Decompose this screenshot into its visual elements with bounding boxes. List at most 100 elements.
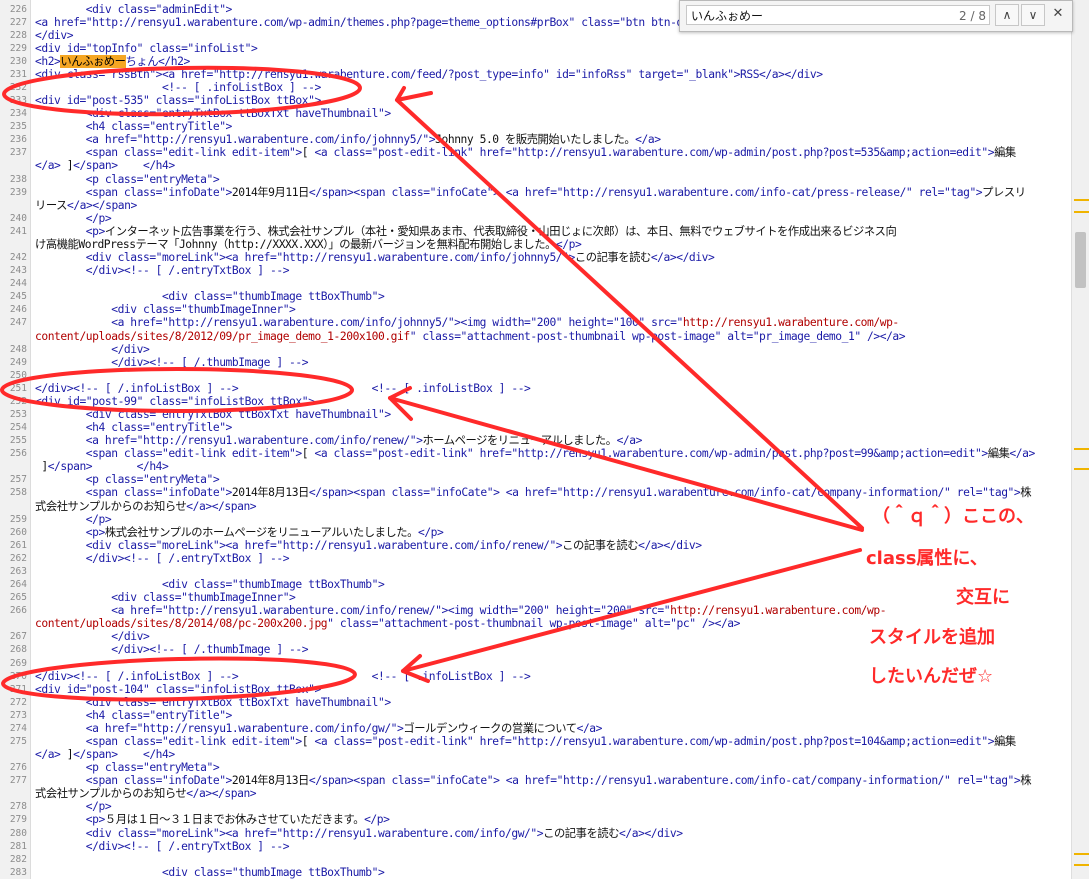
code-segment: </span> </h4> [47,460,169,474]
code-segment: 2014年8月13日 [231,774,309,788]
line-number: 264 [9,579,27,591]
line-code: <a href="http://rensyu1.warabenture.com/… [35,15,779,29]
line-number: 249 [9,356,27,368]
code-segment: http://rensyu1.warabenture.com/wp- [670,604,887,618]
line-code: <p class="entryMeta"> [35,761,220,774]
code-segment: <a href="http://rensyu1.warabenture.com/… [35,15,779,29]
code-segment: </div><!-- [ /.thumbImage ] --> [35,355,309,369]
code-segment: 式会社サンプルからのお知らせ [35,499,187,513]
code-segment: </div><!-- [ /.entryTxtBox ] --> [35,839,290,853]
line-number: 277 [9,775,27,787]
code-segment: </div><!-- [ /.infoListBox ] --> <!-- [ … [35,381,531,395]
find-next-button[interactable]: ∨ [1021,4,1045,26]
code-segment: </span><span class="infoCate"> <a href="… [308,185,983,199]
line-code: <span class="infoDate">2014年8月13日</span>… [35,486,1032,500]
line-number: 251 [9,382,27,394]
code-segment: ５月は１日～３１日までお休みさせていただきます。 [104,813,365,827]
code-segment: け高機能WordPressテーマ「Johnny（http://XXXX.XXX）… [35,237,556,251]
code-segment: <span class="infoDate"> [35,486,233,500]
line-number: 236 [9,134,27,146]
line-number: 269 [9,657,27,669]
line-code: <span class="edit-link edit-item">[ <a c… [35,447,1035,460]
code-segment: </a> [576,721,603,735]
source-viewer[interactable]: 226 <div class="adminEdit"> 227 <a href="h… [0,0,1071,879]
code-segment: </span> </h4> [73,159,175,173]
scrollbar-thumb[interactable] [1075,232,1086,288]
search-match-marker [1074,853,1089,855]
code-segment: <div class="entryTxtBox ttBoxTxt haveThu… [35,695,391,709]
vertical-scrollbar[interactable] [1071,0,1089,879]
line-number: 242 [9,252,27,264]
code-segment: <span class="edit-link edit-item"> [35,447,302,461]
code-segment: <a href="http://rensyu1.warabenture.com/… [35,721,404,735]
line-code: content/uploads/sites/8/2012/09/pr_image… [35,330,906,343]
line-number: 265 [9,592,27,604]
code-segment: <div class="thumbImageInner"> [35,303,296,317]
line-number: 233 [9,95,27,107]
code-segment: <span class="edit-link edit-item"> [35,734,302,748]
code-segment: Johnny 5.0 を販売開始いたしました。 [435,133,636,147]
line-code: </div><!-- [ /.entryTxtBox ] --> [35,839,290,853]
line-number: 268 [9,644,27,656]
code-segment: <div id="post-99" class="infoListBox ttB… [35,394,315,408]
line-number: 279 [9,814,27,826]
code-segment: 2014年8月13日 [231,486,309,500]
code-segment: <a href="http://rensyu1.warabenture.com/… [35,133,436,147]
code-segment: 編集 [987,447,1010,461]
code-segment: <p> [35,224,106,238]
line-code: <div class="moreLink"><a href="http://re… [35,251,715,264]
code-segment: content/uploads/sites/8/2014/08/pc-200x2… [35,617,328,631]
code-segment: <p> [35,525,106,539]
code-segment: " class="attachment-post-thumbnail wp-po… [327,617,741,631]
line-code: <div class="entryTxtBox ttBoxTxt haveThu… [35,408,391,421]
find-close-button[interactable]: ✕ [1046,4,1070,26]
code-segment: <div class="adminEdit"> [35,2,233,16]
code-segment: </div><!-- [ /.thumbImage ] --> [35,643,309,657]
line-number: 271 [9,683,27,695]
close-icon: ✕ [1052,6,1064,21]
line-code: <!-- [ .infoListBox ] --> [35,81,321,94]
code-segment: ] [35,460,48,474]
line-code: <div class="thumbImageInner"> [35,303,296,317]
code-segment: <div class="entryTxtBox ttBoxTxt haveThu… [35,107,391,121]
code-segment: [ [301,146,315,160]
line-code: <div id="post-104" class="infoListBox tt… [35,683,321,696]
line-number: 282 [9,853,27,865]
line-code: </div> [35,29,74,42]
code-segment: <span class="infoDate"> [35,185,233,199]
line-number: 240 [9,212,27,224]
code-segment: </a> [1009,447,1035,461]
find-previous-button[interactable]: ∧ [995,4,1019,26]
line-code: </div><!-- [ /.thumbImage ] --> [35,356,308,369]
line-code: </div><!-- [ /.infoListBox ] --> <!-- [ … [35,381,531,395]
line-number: 235 [9,121,27,133]
line-code: け高機能WordPressテーマ「Johnny（http://XXXX.XXX）… [35,237,582,251]
code-segment: <div class="entryTxtBox ttBoxTxt haveThu… [35,407,391,421]
line-number: 261 [9,539,27,551]
code-segment: リース [35,198,67,212]
code-segment: <!-- [ .infoListBox ] --> [35,80,321,94]
code-segment: 株 [1020,774,1032,788]
code-segment: </div><!-- [ /.infoListBox ] --> <!-- [ … [35,669,531,683]
code-segment: <span class="infoDate"> [35,774,233,788]
line-code: </p> [35,513,112,526]
line-code: リース</a></span> [35,199,137,212]
line-number: 238 [9,173,27,185]
code-segment: </span> </h4> [73,748,175,762]
line-code: <span class="edit-link edit-item">[ <a c… [35,735,1016,748]
code-segment: <div class="thumbImage ttBoxThumb"> [35,578,385,592]
line-number: 259 [9,513,27,525]
line-code: <div class="rssBtn"><a href="http://rens… [35,68,823,81]
line-code: </div><!-- [ /.entryTxtBox ] --> [35,552,290,565]
find-bar: 2 / 8 ∧ ∨ ✕ [679,0,1073,32]
line-number: 241 [9,225,27,237]
code-segment: [ [301,734,315,748]
code-segment: </div> [35,342,150,356]
code-segment: <h4 class="entryTitle"> [35,421,233,435]
line-number: 237 [9,147,27,159]
code-segment: <div id="post-104" class="infoListBox tt… [35,682,321,696]
line-code: </p> [35,212,112,225]
line-number: 283 [9,866,27,878]
line-number: 244 [9,278,27,290]
code-segment: <div class="rssBtn"><a href="http://rens… [35,67,823,81]
